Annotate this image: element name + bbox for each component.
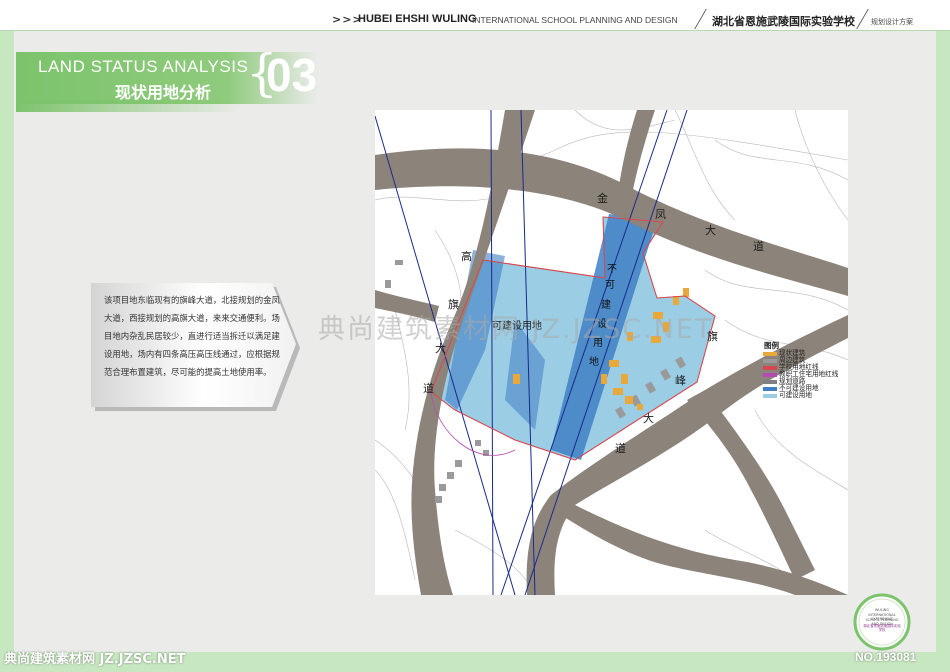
legend-swatch	[763, 372, 777, 377]
header-right-label: 规划设计方案	[871, 18, 913, 26]
header-separator	[856, 9, 869, 29]
road-jinfeng-char: 凤	[655, 208, 666, 221]
legend-swatch	[763, 351, 777, 356]
road-qifeng-char: 道	[615, 442, 626, 455]
legend-swatch	[763, 393, 777, 398]
no-build-char: 地	[589, 357, 599, 368]
header-subtitle: INTERNATIONAL SCHOOL PLANNING AND DESIGN	[472, 15, 678, 25]
badge-line: 湖北省恩施武陵国际实验学校	[863, 624, 901, 632]
no-build-char: 可	[605, 280, 615, 291]
watermark-bottom-right: NO.193081	[855, 650, 917, 664]
legend-anchor	[758, 340, 762, 344]
road-jinfeng-char: 金	[597, 192, 608, 205]
watermark-bottom-left: 典尚建筑素材网 JZ.JZSC.NET	[4, 652, 186, 667]
description-line: 范合理布置建筑，尽可能的提高土地使用率。	[104, 367, 272, 377]
road-gaoqi-char: 道	[423, 382, 434, 395]
badge-line: WULING	[875, 608, 889, 612]
header-bar: >>> HUBEI EHSHI WULING INTERNATIONAL SCH…	[0, 0, 950, 31]
road-qifeng-char: 大	[643, 412, 654, 425]
description-line: 目地内杂乱民居较少，直进行适当拆迁以满足建	[104, 331, 280, 341]
road-jinfeng-char: 大	[705, 224, 716, 237]
legend-label: 可建设用地	[779, 391, 812, 399]
description-text: 该项目地东临现有的旗峰大道，北接规划的金凤 大道，西接规划的高旗大道，来来交通便…	[104, 291, 290, 381]
description-line: 该项目地东临现有的旗峰大道，北接规划的金凤	[104, 295, 280, 305]
header-separator	[694, 9, 707, 29]
description-line: 大道，西接规划的高旗大道，来来交通便利。场	[104, 313, 280, 323]
description-line: 设用地，场内有四条高压高压线通过，应根据规	[104, 349, 280, 359]
watermark-center: 典尚建筑素材网 JZ.JZSC.NET	[318, 314, 714, 345]
road-qifeng-char: 峰	[675, 374, 686, 387]
legend-item: 可建设用地	[763, 392, 812, 399]
section-title-cn: 现状用地分析	[115, 83, 212, 102]
road-gaoqi-char: 高	[461, 250, 472, 263]
no-build-char: 不	[607, 264, 617, 275]
road-jinfeng-char: 道	[753, 240, 764, 253]
header-school-name: 湖北省恩施武陵国际实验学校	[712, 15, 855, 28]
legend-swatch	[763, 379, 777, 384]
header-title: HUBEI EHSHI WULING	[358, 13, 477, 25]
section-number: 03	[266, 49, 318, 101]
section-title-en: LAND STATUS ANALYSIS	[38, 57, 249, 76]
legend-swatch	[763, 386, 777, 391]
legend-swatch	[763, 358, 777, 363]
legend-swatch	[763, 365, 777, 370]
